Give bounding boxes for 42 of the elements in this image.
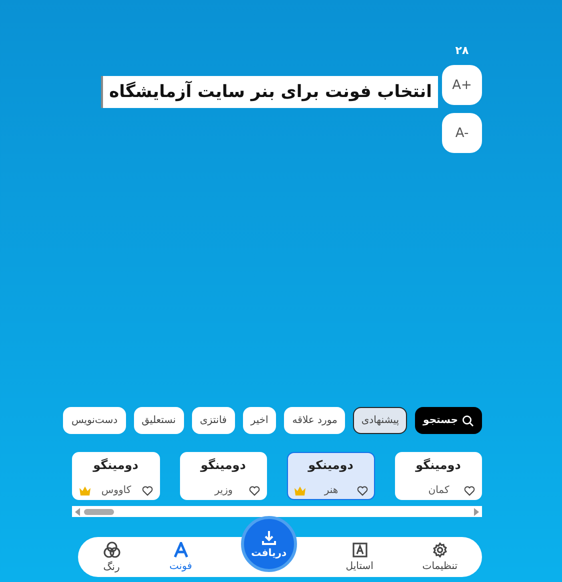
font-name: دومینگو bbox=[199, 458, 247, 472]
heart-icon[interactable] bbox=[464, 486, 475, 496]
category-chip[interactable]: مورد علاقه bbox=[284, 407, 346, 434]
category-chip[interactable]: دست‌نویس bbox=[63, 407, 126, 434]
download-icon bbox=[260, 530, 277, 546]
font-size-button[interactable]: A+ bbox=[442, 65, 482, 105]
font-name: دومینکو bbox=[306, 458, 354, 472]
category-chip[interactable]: نستعلیق bbox=[134, 407, 184, 434]
scroll-right-arrow-icon[interactable] bbox=[474, 508, 479, 516]
font-style-label: کاووس bbox=[101, 485, 132, 496]
font-icon bbox=[172, 542, 189, 558]
font-name: دومینگو bbox=[414, 458, 462, 472]
font-style-label: هنر bbox=[324, 485, 338, 496]
settings-icon bbox=[432, 542, 448, 558]
font-card[interactable]: دومینگو کمان bbox=[394, 452, 482, 500]
color-circles-icon bbox=[102, 541, 121, 559]
category-chip[interactable]: پیشنهادی bbox=[353, 407, 408, 434]
font-style-label: کمان bbox=[428, 485, 450, 496]
font-size-button[interactable]: A- bbox=[442, 113, 482, 153]
font-size-label: ۲۸ bbox=[455, 44, 469, 57]
horizontal-scrollbar[interactable] bbox=[72, 506, 482, 517]
preview-text-field[interactable]: انتخاب فونت برای بنر سایت آزمایشگاه bbox=[101, 76, 438, 108]
download-button[interactable]: دریافت bbox=[240, 516, 297, 572]
scroll-thumb[interactable] bbox=[84, 508, 114, 514]
letter-frame-icon bbox=[352, 542, 368, 558]
search-icon bbox=[462, 414, 474, 426]
search-button[interactable]: جستجو bbox=[415, 407, 482, 434]
heart-icon[interactable] bbox=[142, 486, 152, 496]
scroll-left-arrow-icon[interactable] bbox=[75, 508, 80, 516]
font-name: دومینگو bbox=[92, 458, 140, 472]
nav-item[interactable]: رنگ bbox=[102, 541, 121, 573]
nav-item[interactable]: تنظیمات bbox=[422, 542, 458, 572]
heart-icon[interactable] bbox=[356, 486, 368, 496]
font-card[interactable]: دومینکو هنر bbox=[287, 452, 374, 500]
font-card[interactable]: دومینگو وزیر bbox=[180, 452, 267, 500]
category-chip[interactable]: اخیر bbox=[242, 407, 276, 434]
nav-item[interactable]: استایل bbox=[346, 542, 374, 572]
nav-item[interactable]: فونت bbox=[169, 542, 192, 572]
font-card[interactable]: دومینگو کاووس bbox=[72, 452, 160, 500]
category-chip[interactable]: فانتزی bbox=[192, 407, 235, 434]
font-style-label: وزیر bbox=[214, 485, 233, 496]
heart-icon[interactable] bbox=[249, 486, 260, 496]
